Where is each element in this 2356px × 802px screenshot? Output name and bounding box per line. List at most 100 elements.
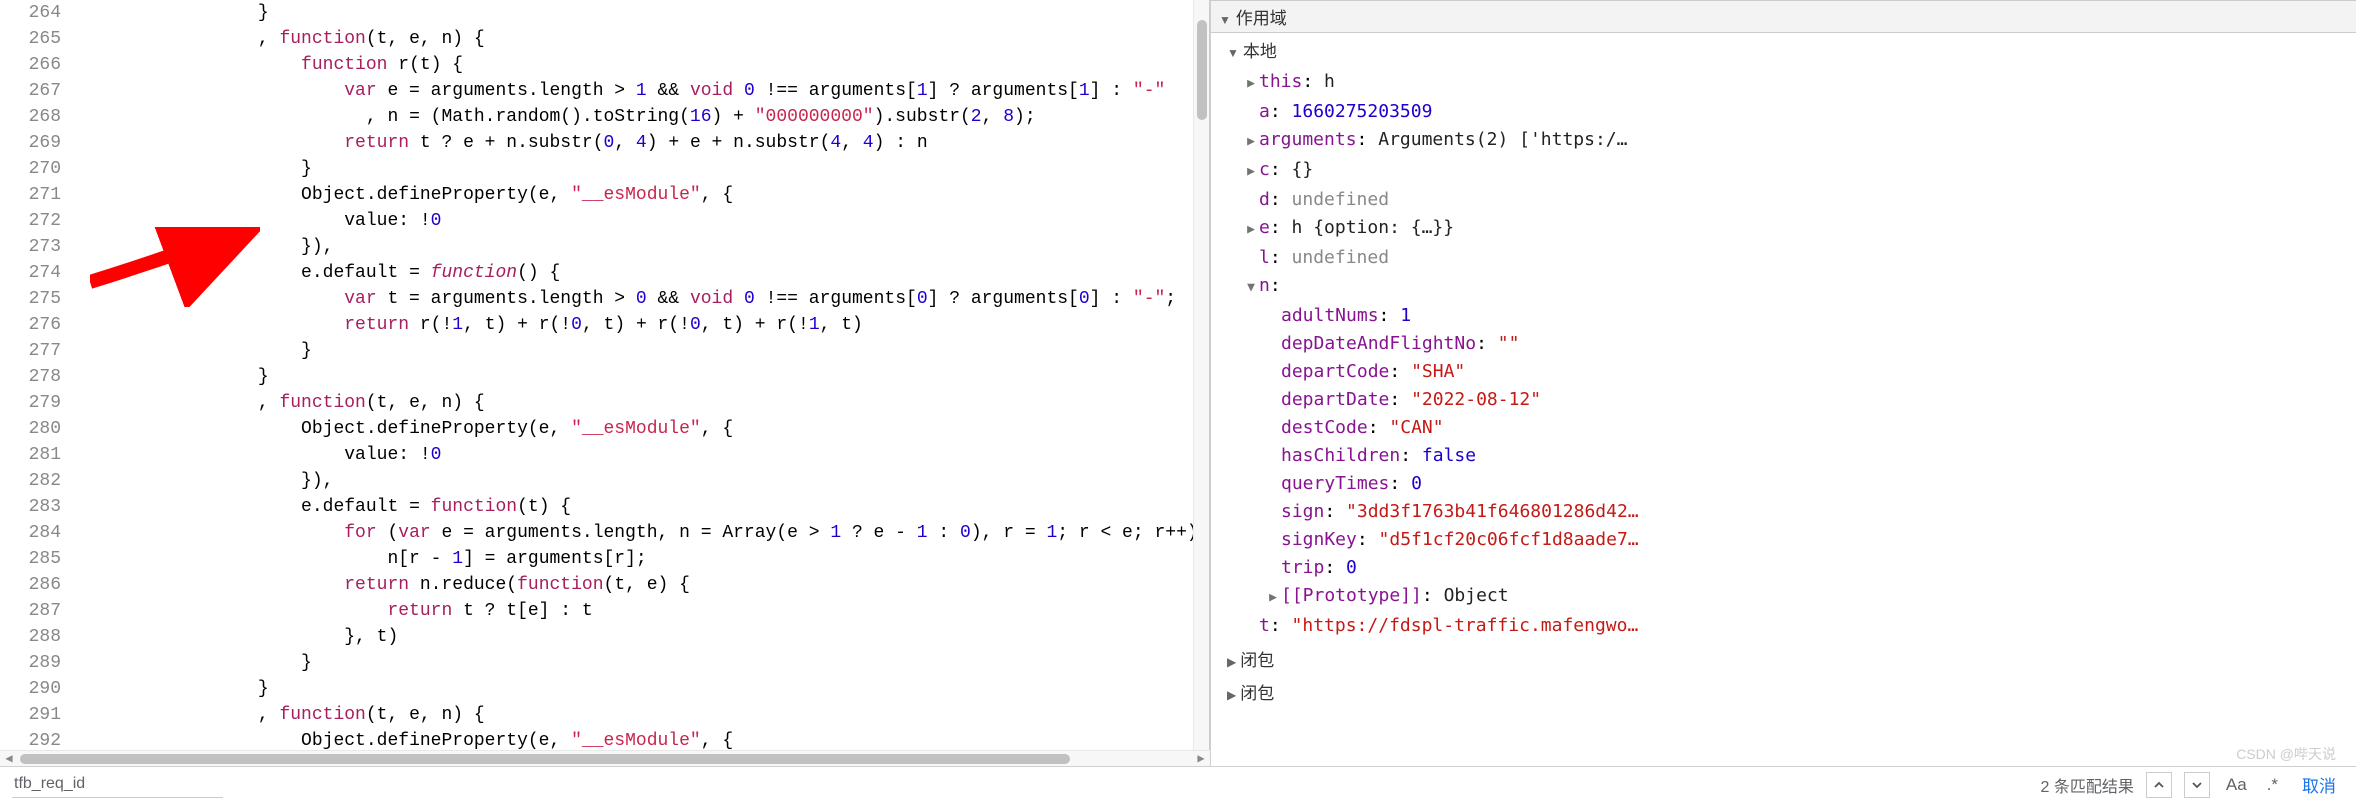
scroll-left-icon[interactable]: ◀ [0, 751, 18, 766]
line-number: 274 [0, 260, 61, 286]
scope-variable-row[interactable]: departCode: "SHA" [1225, 358, 2356, 386]
scope-variable-row[interactable]: adultNums: 1 [1225, 302, 2356, 330]
code-line[interactable]: function r(t) { [85, 52, 1209, 78]
chevron-right-icon: ▶ [1227, 655, 1236, 669]
scope-variable-row[interactable]: l: undefined [1225, 244, 2356, 272]
scope-variable-row[interactable]: signKey: "d5f1cf20c06fcf1d8aade7… [1225, 526, 2356, 554]
scope-variable-row[interactable]: ▶e: h {option: {…}} [1225, 214, 2356, 244]
code-line[interactable]: return t ? e + n.substr(0, 4) + e + n.su… [85, 130, 1209, 156]
line-number: 276 [0, 312, 61, 338]
code-line[interactable]: } [85, 156, 1209, 182]
code-line[interactable]: var e = arguments.length > 1 && void 0 !… [85, 78, 1209, 104]
chevron-right-icon: ▶ [1227, 688, 1236, 702]
scope-variable-row[interactable]: ▶this: h [1225, 68, 2356, 98]
line-number: 287 [0, 598, 61, 624]
scope-variable-row[interactable]: destCode: "CAN" [1225, 414, 2356, 442]
vertical-scroll-thumb[interactable] [1197, 20, 1207, 120]
code-line[interactable]: , n = (Math.random().toString(16) + "000… [85, 104, 1209, 130]
horizontal-scroll-thumb[interactable] [20, 754, 1070, 764]
chevron-down-icon: ▼ [1219, 13, 1231, 27]
closure-scope-header-2[interactable]: ▶闭包 [1211, 675, 2356, 708]
chevron-up-icon [2153, 779, 2165, 791]
expand-icon[interactable]: ▶ [1243, 70, 1259, 98]
find-cancel-button[interactable]: 取消 [2294, 772, 2344, 797]
line-number: 269 [0, 130, 61, 156]
line-number: 282 [0, 468, 61, 494]
line-number: 268 [0, 104, 61, 130]
expand-icon[interactable]: ▶ [1265, 584, 1281, 612]
local-scope-header[interactable]: ▼本地 [1211, 33, 2356, 66]
code-line[interactable]: n[r - 1] = arguments[r]; [85, 546, 1209, 572]
code-line[interactable]: }, t) [85, 624, 1209, 650]
line-number: 280 [0, 416, 61, 442]
code-line[interactable]: , function(t, e, n) { [85, 702, 1209, 728]
scope-variable-row[interactable]: hasChildren: false [1225, 442, 2356, 470]
scope-variable-row[interactable]: depDateAndFlightNo: "" [1225, 330, 2356, 358]
code-line[interactable]: for (var e = arguments.length, n = Array… [85, 520, 1209, 546]
code-line[interactable]: return t ? t[e] : t [85, 598, 1209, 624]
variable-name: adultNums [1281, 305, 1379, 326]
match-case-toggle[interactable]: Aa [2222, 775, 2251, 795]
variable-name: signKey [1281, 529, 1357, 550]
expand-icon[interactable]: ▶ [1243, 216, 1259, 244]
scope-variable-row[interactable]: d: undefined [1225, 186, 2356, 214]
scope-variable-row[interactable]: trip: 0 [1225, 554, 2356, 582]
scope-variable-row[interactable]: ▶[[Prototype]]: Object [1225, 582, 2356, 612]
scope-variable-row[interactable]: queryTimes: 0 [1225, 470, 2356, 498]
code-line[interactable]: } [85, 650, 1209, 676]
code-line[interactable]: return n.reduce(function(t, e) { [85, 572, 1209, 598]
code-line[interactable]: Object.defineProperty(e, "__esModule", { [85, 416, 1209, 442]
code-line[interactable]: } [85, 676, 1209, 702]
code-area[interactable]: } , function(t, e, n) { function r(t) { … [85, 0, 1209, 802]
code-line[interactable]: value: !0 [85, 442, 1209, 468]
line-number: 270 [0, 156, 61, 182]
code-line[interactable]: } [85, 338, 1209, 364]
line-number: 283 [0, 494, 61, 520]
expand-icon[interactable]: ▶ [1243, 128, 1259, 156]
line-number: 291 [0, 702, 61, 728]
find-match-count: 2 条匹配结果 [2041, 773, 2134, 797]
variable-name: a [1259, 101, 1270, 122]
variable-name: depDateAndFlightNo [1281, 333, 1476, 354]
code-line[interactable]: } [85, 364, 1209, 390]
code-line[interactable]: return r(!1, t) + r(!0, t) + r(!0, t) + … [85, 312, 1209, 338]
line-number: 281 [0, 442, 61, 468]
scope-variable-row[interactable]: ▼n: [1225, 272, 2356, 302]
variable-name: departDate [1281, 389, 1389, 410]
scope-variable-row[interactable]: sign: "3dd3f1763b41f646801286d42… [1225, 498, 2356, 526]
expand-icon[interactable]: ▶ [1243, 158, 1259, 186]
scope-variable-row[interactable]: ▶arguments: Arguments(2) ['https:/… [1225, 126, 2356, 156]
scope-panel-title: 作用域 [1236, 9, 1287, 28]
annotation-arrow-icon [90, 227, 260, 307]
expand-icon[interactable]: ▼ [1243, 274, 1259, 302]
regex-toggle[interactable]: .* [2263, 775, 2282, 795]
scope-variable-row[interactable]: ▶c: {} [1225, 156, 2356, 186]
line-number: 272 [0, 208, 61, 234]
line-number: 284 [0, 520, 61, 546]
line-number: 266 [0, 52, 61, 78]
find-next-button[interactable] [2184, 772, 2210, 798]
scope-variable-row[interactable]: departDate: "2022-08-12" [1225, 386, 2356, 414]
scope-variable-row[interactable]: t: "https://fdspl-traffic.mafengwo… [1225, 612, 2356, 640]
code-line[interactable]: } [85, 0, 1209, 26]
find-prev-button[interactable] [2146, 772, 2172, 798]
line-number: 265 [0, 26, 61, 52]
scope-variable-row[interactable]: a: 1660275203509 [1225, 98, 2356, 126]
scope-panel-header[interactable]: ▼ 作用域 [1211, 0, 2356, 33]
scroll-right-icon[interactable]: ▶ [1192, 751, 1210, 766]
variable-name: l [1259, 247, 1270, 268]
find-input[interactable] [12, 771, 223, 798]
horizontal-scrollbar[interactable]: ◀ ▶ [0, 750, 1210, 766]
vertical-scrollbar[interactable] [1193, 0, 1209, 750]
code-line[interactable]: }), [85, 468, 1209, 494]
variable-name: hasChildren [1281, 445, 1400, 466]
code-line[interactable]: Object.defineProperty(e, "__esModule", { [85, 182, 1209, 208]
line-number: 285 [0, 546, 61, 572]
line-number-gutter: 2642652662672682692702712722732742752762… [0, 0, 85, 802]
closure-scope-header[interactable]: ▶闭包 [1211, 642, 2356, 675]
code-line[interactable]: e.default = function(t) { [85, 494, 1209, 520]
code-line[interactable]: , function(t, e, n) { [85, 390, 1209, 416]
code-line[interactable]: , function(t, e, n) { [85, 26, 1209, 52]
line-number: 278 [0, 364, 61, 390]
variable-name: destCode [1281, 417, 1368, 438]
